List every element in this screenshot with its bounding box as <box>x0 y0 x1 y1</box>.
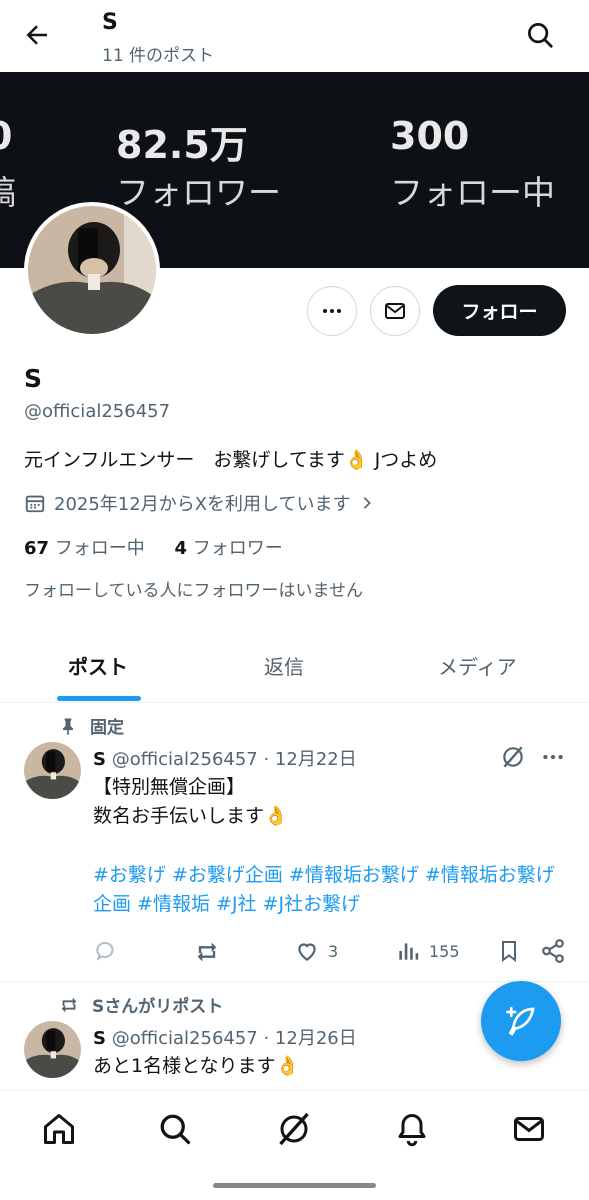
tab-media[interactable]: メディア <box>438 651 517 680</box>
follow-button[interactable]: フォロー <box>433 285 566 336</box>
post-author-name[interactable]: S <box>93 1028 106 1049</box>
banner-partial-number: 0 <box>0 114 12 158</box>
share-icon[interactable] <box>540 938 566 964</box>
avatar-image <box>28 206 156 334</box>
search-icon[interactable] <box>525 20 555 50</box>
followers-link[interactable]: 4 フォロワー <box>175 538 283 559</box>
post-handle-date: @official256457 · 12月22日 <box>111 749 357 770</box>
more-options-button[interactable] <box>307 286 357 336</box>
post-more-icon[interactable] <box>540 744 566 770</box>
post-text-line: 【特別無償企画】 <box>93 776 246 798</box>
chevron-right-icon <box>363 497 371 509</box>
tab-posts[interactable]: ポスト <box>68 651 128 680</box>
repost-label[interactable]: Sさんがリポスト <box>92 992 223 1017</box>
following-label: フォロー中 <box>54 538 145 559</box>
banner-partial-label: 稿 <box>0 166 16 214</box>
banner-following-label: フォロー中 <box>390 173 555 212</box>
post-divider <box>0 981 589 982</box>
grok-icon[interactable] <box>276 1111 312 1147</box>
profile-handle: @official256457 <box>24 401 171 422</box>
header-post-count: 11 件のポスト <box>102 46 215 66</box>
post-text-line: あと1名様となります👌 <box>93 1055 300 1077</box>
following-count: 67 <box>24 538 50 559</box>
like-button[interactable]: 3 <box>294 938 338 964</box>
joined-date[interactable]: 2025年12月からXを利用しています <box>24 490 375 516</box>
search-icon[interactable] <box>157 1111 193 1147</box>
views-icon <box>399 943 419 960</box>
profile-avatar[interactable] <box>24 202 160 338</box>
home-icon[interactable] <box>41 1111 77 1147</box>
bookmark-icon[interactable] <box>497 938 521 964</box>
post-avatar[interactable] <box>24 1021 81 1078</box>
mail-icon[interactable] <box>511 1111 547 1147</box>
post-avatar[interactable] <box>24 742 81 799</box>
reply-button[interactable] <box>93 938 119 964</box>
banner-following-number: 300 <box>390 114 470 158</box>
reply-icon <box>96 941 114 961</box>
post-hashtags[interactable]: #お繋げ #お繋げ企画 #情報垢お繋げ #情報垢お繋げ企画 #情報垢 #J社 #… <box>93 861 563 919</box>
calendar-icon <box>25 495 45 513</box>
views-button[interactable]: 155 <box>395 938 460 964</box>
pin-icon <box>63 718 73 735</box>
tabs-divider <box>0 702 589 703</box>
top-bar: S 11 件のポスト <box>0 0 589 72</box>
follow-counts: 67 フォロー中 4 フォロワー <box>24 534 283 560</box>
retweet-icon <box>61 997 77 1012</box>
compose-button[interactable] <box>481 981 561 1061</box>
banner-followers-label: フォロワー <box>116 173 281 212</box>
no-mutual-followers: フォローしている人にフォロワーはいません <box>24 581 363 601</box>
followers-count: 4 <box>174 538 188 559</box>
back-arrow-icon[interactable] <box>22 20 52 50</box>
followers-label: フォロワー <box>192 538 283 559</box>
views-count: 155 <box>429 941 460 961</box>
bottom-nav <box>0 1090 589 1200</box>
profile-bio: 元インフルエンサー お繋げしてます👌 Jつよめ <box>24 449 438 471</box>
banner-followers-number: 82.5万 <box>116 123 248 167</box>
grok-icon[interactable] <box>500 744 526 770</box>
repost-indicator: Sさんがリポスト <box>58 992 223 1017</box>
heart-icon <box>298 943 316 961</box>
post-author-name[interactable]: S <box>93 749 106 770</box>
gesture-home-indicator[interactable] <box>213 1183 376 1188</box>
retweet-button[interactable] <box>193 938 221 966</box>
compose-feather-icon <box>506 1006 535 1036</box>
post-header: S @official256457 · 12月26日 <box>93 1024 357 1050</box>
like-count: 3 <box>328 941 339 961</box>
post-text-line: 数名お手伝いします👌 <box>93 805 288 827</box>
more-dots-icon <box>323 309 341 313</box>
tab-replies[interactable]: 返信 <box>264 651 304 680</box>
bell-icon[interactable] <box>394 1111 430 1147</box>
mail-icon <box>385 303 405 319</box>
joined-text: 2025年12月からXを利用しています <box>54 494 351 515</box>
following-link[interactable]: 67 フォロー中 <box>24 538 145 559</box>
message-button[interactable] <box>370 286 420 336</box>
post-header: S @official256457 · 12月22日 <box>93 745 357 771</box>
profile-name: S <box>24 364 43 393</box>
retweet-icon <box>197 942 217 962</box>
active-tab-indicator <box>57 696 141 701</box>
pinned-label: 固定 <box>90 718 124 738</box>
header-title: S <box>102 10 118 35</box>
pinned-indicator: 固定 <box>58 713 124 738</box>
post-handle-date: @official256457 · 12月26日 <box>111 1028 357 1049</box>
